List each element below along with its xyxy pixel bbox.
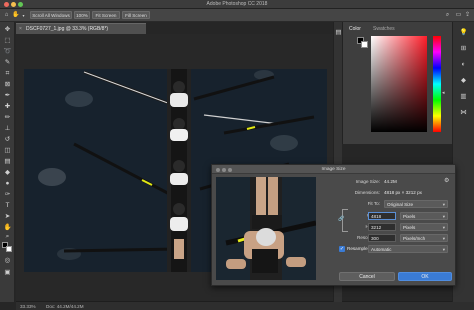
gear-icon[interactable]: ⚙	[444, 177, 449, 184]
gradient-tool-icon[interactable]: ▤	[3, 157, 12, 166]
brush-tool-icon[interactable]: ✏	[3, 113, 12, 122]
resample-select[interactable]: Automatic	[368, 245, 448, 253]
resolution-unit-select[interactable]: Pixels/Inch	[400, 234, 448, 242]
share-icon[interactable]: ⇪	[464, 12, 471, 19]
blur-tool-icon[interactable]: ◆	[3, 168, 12, 177]
document-tab[interactable]: × DSCF0727_1.jpg @ 33.3% (RGB/8*)	[16, 23, 146, 34]
type-tool-icon[interactable]: T	[3, 201, 12, 210]
paths-panel-icon[interactable]: ⋈	[459, 108, 468, 117]
workspace-icon[interactable]: ▭	[455, 12, 462, 19]
document-tab-label: DSCF0727_1.jpg @ 33.3% (RGB/8*)	[26, 26, 109, 32]
frame-tool-icon[interactable]: ⊠	[3, 80, 12, 89]
image-size-label: Image Size:	[355, 179, 380, 184]
background-color-swatch[interactable]	[6, 246, 12, 252]
close-icon[interactable]: ×	[19, 26, 22, 32]
options-bar: ⌂ ✋ ▾ Scroll All Windows 100% Fit Screen…	[0, 9, 474, 22]
marquee-tool-icon[interactable]: ⬚	[3, 36, 12, 45]
properties-panel-icon[interactable]: ⊞	[459, 44, 468, 53]
crop-tool-icon[interactable]: ⌗	[3, 69, 12, 78]
quick-mask-icon[interactable]: ◎	[3, 256, 12, 265]
move-tool-icon[interactable]: ✥	[3, 25, 12, 34]
background-color-chip[interactable]	[361, 41, 368, 48]
fit-screen-button[interactable]: Fit Screen	[92, 11, 120, 19]
home-icon[interactable]: ⌂	[3, 12, 10, 19]
healing-brush-tool-icon[interactable]: ✚	[3, 102, 12, 111]
dialog-title-bar[interactable]: Image Size	[212, 165, 455, 174]
zoom-level[interactable]: 33.33%	[20, 304, 36, 309]
channels-panel-icon[interactable]: ▥	[459, 92, 468, 101]
hue-slider[interactable]	[433, 36, 441, 132]
image-size-dialog: Image Size Image Size: 44.2M ⚙ Dimension…	[211, 164, 456, 286]
color-field[interactable]	[371, 36, 427, 132]
document-size-info: Doc: 44.2M/44.2M	[46, 304, 84, 309]
hand-tool-icon: ✋	[12, 12, 20, 18]
fit-to-select[interactable]: Original Size	[384, 200, 448, 208]
scroll-all-windows-button[interactable]: Scroll All Windows	[30, 11, 72, 19]
chevron-down-icon[interactable]: ▾	[20, 12, 27, 19]
app-title: Adobe Photoshop CC 2018	[206, 1, 268, 7]
width-input[interactable]: 4818	[368, 212, 396, 220]
search-icon[interactable]: ⌕	[444, 12, 451, 19]
image-preview[interactable]	[216, 177, 316, 280]
pen-tool-icon[interactable]: ✑	[3, 190, 12, 199]
resample-label: Resample:	[347, 246, 369, 251]
dimensions-label: Dimensions:	[354, 190, 380, 195]
color-panel: Color Swatches ◂	[342, 22, 452, 144]
width-unit-select[interactable]: Pixels	[400, 212, 448, 220]
status-bar: 33.33% Doc: 44.2M/44.2M	[16, 301, 474, 310]
resample-checkbox[interactable]: ✓	[339, 246, 345, 252]
path-selection-tool-icon[interactable]: ➤	[3, 212, 12, 221]
cancel-button[interactable]: Cancel	[339, 272, 395, 281]
dodge-tool-icon[interactable]: ●	[3, 179, 12, 188]
adjustments-panel-icon[interactable]: ◐	[459, 60, 468, 69]
image-size-value: 44.2M	[384, 179, 397, 184]
height-unit-select[interactable]: Pixels	[400, 223, 448, 231]
eraser-tool-icon[interactable]: ◫	[3, 146, 12, 155]
layers-panel-icon[interactable]: ◆	[459, 76, 468, 85]
zoom-tool-icon[interactable]: ⌕	[3, 232, 12, 241]
height-input[interactable]: 3212	[368, 223, 396, 231]
ok-button[interactable]: OK	[398, 272, 452, 281]
preview-rower-illustration	[216, 177, 316, 280]
title-bar: Adobe Photoshop CC 2018	[0, 0, 474, 9]
eyedropper-tool-icon[interactable]: ✒	[3, 91, 12, 100]
tools-panel: ✥ ⬚ ➰ ✎ ⌗ ⊠ ✒ ✚ ✏ ⊥ ↺ ◫ ▤ ◆ ● ✑ T ➤ ✋ ⌕ …	[0, 22, 15, 302]
quick-select-tool-icon[interactable]: ✎	[3, 58, 12, 67]
hue-slider-marker-icon: ◂	[442, 90, 445, 96]
zoom-100-button[interactable]: 100%	[74, 11, 90, 19]
lasso-tool-icon[interactable]: ➰	[3, 47, 12, 56]
screen-mode-icon[interactable]: ▣	[3, 268, 12, 277]
dialog-title: Image Size	[321, 167, 346, 172]
fill-screen-button[interactable]: Fill Screen	[122, 11, 150, 19]
stamp-tool-icon[interactable]: ⊥	[3, 124, 12, 133]
dimensions-value: 4818 px × 3212 px	[384, 190, 422, 195]
tab-swatches[interactable]: Swatches	[373, 26, 395, 32]
tab-color[interactable]: Color	[349, 26, 361, 32]
learn-panel-icon[interactable]: 💡	[459, 28, 468, 37]
hand-tool-icon[interactable]: ✋	[3, 223, 12, 232]
resolution-input[interactable]: 300	[368, 234, 396, 242]
fit-to-label: Fit To:	[367, 201, 380, 206]
history-brush-tool-icon[interactable]: ↺	[3, 135, 12, 144]
